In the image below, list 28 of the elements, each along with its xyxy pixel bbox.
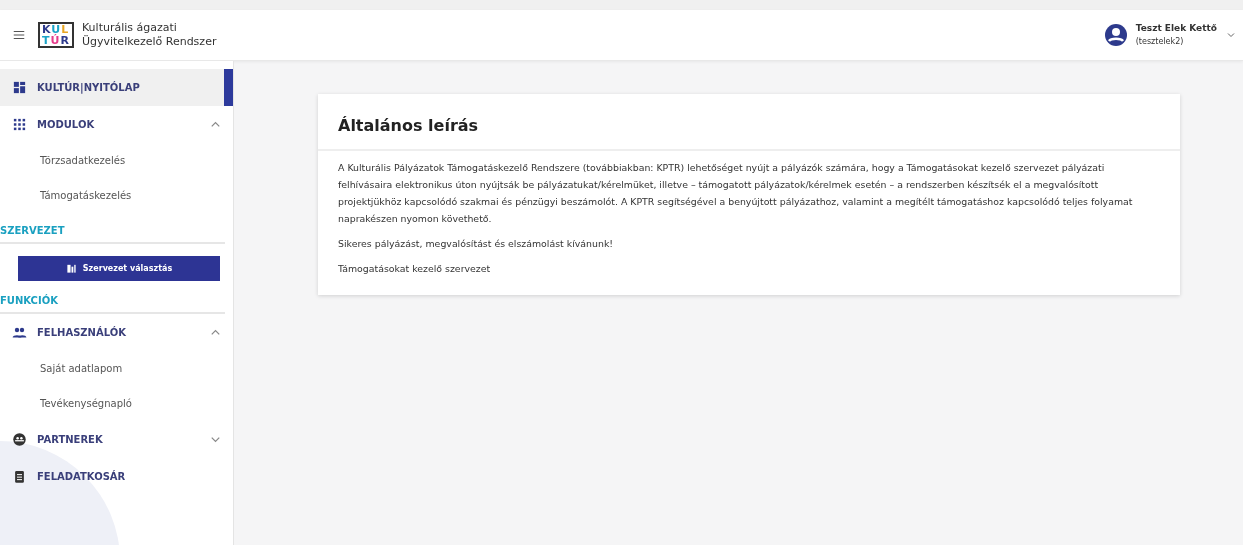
clipboard-icon	[12, 469, 27, 484]
paragraph: Támogatásokat kezelő szervezet	[338, 262, 492, 276]
people-icon	[12, 325, 27, 340]
organization-select-button[interactable]: Szervezet választás	[18, 256, 220, 281]
card-title: Általános leírás	[318, 94, 1180, 151]
section-heading: FUNKCIÓK	[0, 295, 225, 314]
logo: KUL TÚR	[38, 22, 74, 48]
nav-group[interactable]: PARTNEREK	[0, 421, 233, 458]
nav-subitem[interactable]: Tevékenységnapló	[0, 386, 233, 421]
user-login: (tesztelek2)	[1135, 36, 1185, 48]
paragraph: A Kulturális Pályázatok Támogatáskezelő Rendszere (továbbiakban: KPTR) lehetőséget nyújt a pályázók számára, hogy a Támogatásokat kezelő szervezet pályázati felhívásaira elektronikus úton nyújtsák be pályázatukat/kérelmüket, illetve – támogatott pályázatok/kérelmek esetén – a rendszerben készítsék el a megvalósított projektjükhöz kapcsolódó szakmai és pénzügyi beszámolót. A KPTR segítségével a benyújtott pályázathoz, valamint a megítélt támogatáshoz kapcsolódó teljes folyamat naprakészen nyomon követhető.	[338, 161, 1134, 226]
nav-item[interactable]: FELADATKOSÁR	[0, 458, 233, 495]
nav-subitem[interactable]: Támogatáskezelés	[0, 178, 233, 213]
user-avatar-icon	[1103, 23, 1128, 47]
nav-subitem[interactable]: Saját adatlapom	[0, 351, 233, 386]
nav-group[interactable]: FELHASZNÁLÓK	[0, 314, 233, 351]
grid-icon	[12, 117, 27, 132]
user-name: Teszt Elek Kettő	[1135, 22, 1217, 35]
section-heading: SZERVEZET	[0, 225, 225, 244]
nav-group[interactable]: MODULOK	[0, 106, 233, 143]
app-title: Kulturális ágazati	[81, 21, 178, 35]
app-subtitle: Ügyvitelkezelő Rendszer	[81, 35, 217, 49]
dashboard-icon	[12, 80, 27, 95]
paragraph: Sikeres pályázást, megvalósítást és elszámolást kívánunk!	[338, 237, 615, 251]
nav-item[interactable]: KULTÚR|NYITÓLAP	[0, 69, 233, 106]
building-icon	[65, 263, 77, 274]
nav-subitem[interactable]: Törzsadatkezelés	[0, 143, 233, 178]
menu-icon	[12, 28, 26, 42]
